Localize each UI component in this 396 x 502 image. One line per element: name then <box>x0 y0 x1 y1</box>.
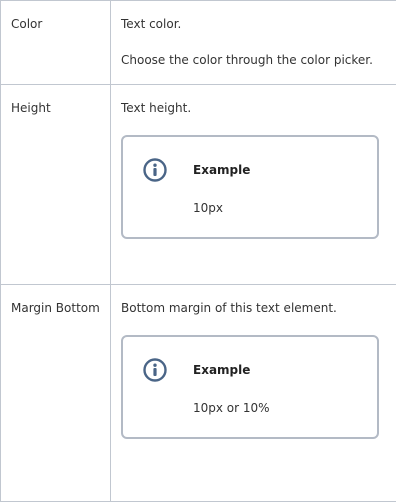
info-icon <box>143 158 167 182</box>
properties-table: Color Text color. Choose the color throu… <box>0 0 396 502</box>
property-name: Height <box>11 99 100 117</box>
property-name: Margin Bottom <box>11 299 100 317</box>
property-description: Text height. <box>121 99 386 117</box>
property-name: Color <box>11 15 100 33</box>
property-description-cell: Text color. Choose the color through the… <box>111 1 396 85</box>
property-description-cell: Text height. Example 10px <box>111 85 396 285</box>
property-description-cell: Bottom margin of this text element. Exam… <box>111 285 396 502</box>
property-name-cell: Height <box>1 85 111 285</box>
info-panel-title: Example <box>193 161 363 179</box>
property-description: Choose the color through the color picke… <box>121 51 386 69</box>
property-description: Bottom margin of this text element. <box>121 299 386 317</box>
info-panel-title: Example <box>193 361 363 379</box>
info-panel-body: 10px or 10% <box>193 399 363 417</box>
info-icon <box>143 358 167 382</box>
property-name-cell: Margin Bottom <box>1 285 111 502</box>
table-row: Margin Bottom Bottom margin of this text… <box>1 285 396 502</box>
table-row: Color Text color. Choose the color throu… <box>1 1 396 85</box>
info-panel: Example 10px or 10% <box>121 335 379 439</box>
property-name-cell: Color <box>1 1 111 85</box>
property-description: Text color. <box>121 15 386 33</box>
info-panel: Example 10px <box>121 135 379 239</box>
table-row: Height Text height. Example 10px <box>1 85 396 285</box>
info-panel-body: 10px <box>193 199 363 217</box>
